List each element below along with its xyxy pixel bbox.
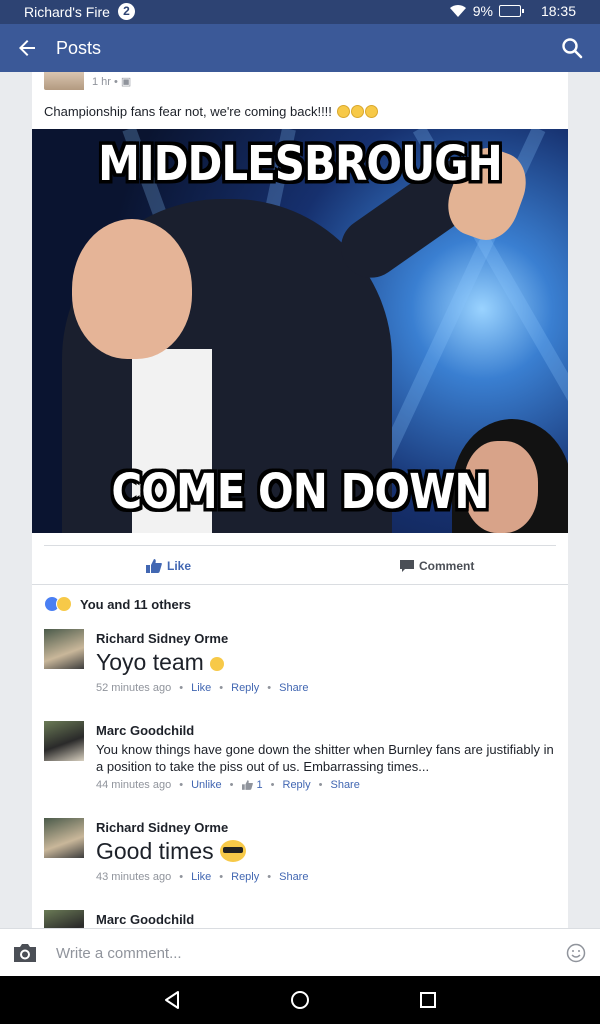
divider — [44, 545, 556, 546]
post-text: Championship fans fear not, we're coming… — [44, 104, 378, 119]
meme-bottom-caption: COME ON DOWN — [111, 463, 489, 520]
comment-text: Good times — [96, 838, 246, 865]
notification-badge: 2 — [117, 3, 135, 20]
comment-reply-link[interactable]: Reply — [231, 682, 259, 694]
comment-composer — [0, 928, 600, 976]
comment-like-link[interactable]: Like — [191, 871, 211, 883]
back-arrow-icon[interactable] — [14, 36, 40, 60]
avatar[interactable] — [44, 721, 84, 761]
comment-item: Richard Sidney Orme Good times 43 minute… — [44, 818, 556, 888]
page-title: Posts — [56, 38, 102, 58]
comment-like-link[interactable]: Like — [191, 682, 211, 694]
nav-back-icon[interactable] — [160, 988, 184, 1012]
worried-emoji-icon — [350, 105, 364, 118]
post-time: 1 hr • ▣ — [92, 75, 132, 88]
avatar[interactable] — [44, 910, 84, 928]
comment-icon — [400, 559, 414, 572]
comment-share-link[interactable]: Share — [279, 871, 308, 883]
status-app-name: Richard's Fire — [24, 3, 110, 20]
wifi-icon — [449, 4, 466, 17]
haha-reaction-icon — [56, 596, 72, 612]
comment-meta: 52 minutes ago • Like • Reply • Share — [96, 682, 309, 694]
status-bar: Richard's Fire 2 9% 18:35 — [0, 0, 600, 24]
sunglasses-emoji-icon — [220, 840, 246, 862]
app-bar: Posts — [0, 24, 600, 72]
comment-meta: 43 minutes ago • Like • Reply • Share — [96, 871, 309, 883]
reactions-summary[interactable]: You and 11 others — [44, 596, 191, 612]
grinning-emoji-icon — [210, 657, 225, 671]
comment-text: Yoyo team — [96, 649, 225, 676]
comment-text: You know things have gone down the shitt… — [96, 742, 554, 774]
comment-unlike-link[interactable]: Unlike — [191, 779, 222, 791]
comment-item: Richard Sidney Orme Yoyo team 52 minutes… — [44, 629, 556, 699]
comment-meta: 44 minutes ago • Unlike • 1 • Reply • Share — [96, 779, 360, 791]
post-meta: 1 hr • ▣ — [44, 72, 131, 90]
post-image[interactable]: MIDDLESBROUGH COME ON DOWN — [32, 129, 568, 533]
post-author-avatar[interactable] — [44, 72, 84, 90]
comment-author[interactable]: Marc Goodchild — [96, 723, 194, 738]
thumbs-up-icon — [146, 559, 162, 573]
comment-share-link[interactable]: Share — [279, 682, 308, 694]
nav-home-icon[interactable] — [288, 988, 312, 1012]
comment-author[interactable]: Richard Sidney Orme — [96, 631, 228, 646]
comment-reply-link[interactable]: Reply — [283, 779, 311, 791]
post-card: 1 hr • ▣ Championship fans fear not, we'… — [32, 72, 568, 928]
meme-top-caption: MIDDLESBROUGH — [98, 135, 503, 192]
comment-button[interactable]: Comment — [400, 556, 568, 576]
camera-icon[interactable] — [12, 942, 38, 964]
worried-emoji-icon — [364, 105, 378, 118]
search-icon[interactable] — [560, 36, 584, 60]
avatar[interactable] — [44, 629, 84, 669]
battery-icon — [498, 5, 524, 17]
comment-author[interactable]: Marc Goodchild — [96, 912, 194, 927]
navigation-bar — [0, 976, 600, 1024]
comment-author[interactable]: Richard Sidney Orme — [96, 820, 228, 835]
worried-emoji-icon — [336, 105, 350, 118]
comment-like-count[interactable]: 1 — [257, 779, 263, 791]
nav-recents-icon[interactable] — [416, 988, 440, 1012]
divider — [32, 584, 568, 585]
comment-input[interactable] — [56, 939, 536, 967]
status-time: 18:35 — [540, 3, 576, 19]
like-button[interactable]: Like — [146, 556, 191, 576]
comment-item: Marc Goodchild You know things have gone… — [44, 721, 556, 801]
battery-percent: 9% — [472, 3, 493, 19]
comment-item: Marc Goodchild — [44, 910, 556, 928]
comment-share-link[interactable]: Share — [330, 779, 359, 791]
emoji-picker-icon[interactable] — [566, 943, 586, 963]
avatar[interactable] — [44, 818, 84, 858]
thumbs-up-icon — [241, 780, 253, 790]
comment-reply-link[interactable]: Reply — [231, 871, 259, 883]
